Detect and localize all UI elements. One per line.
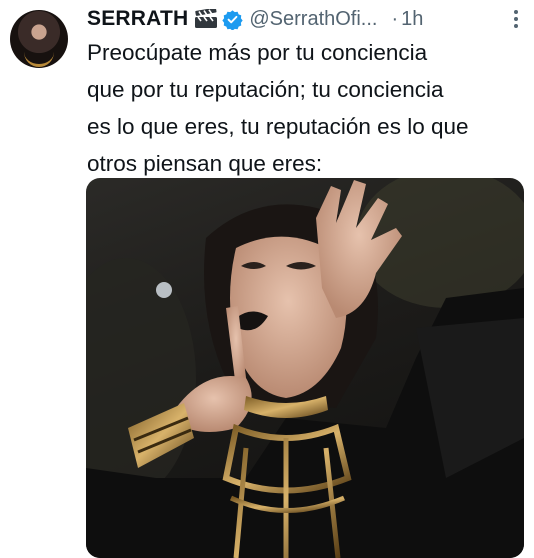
- timestamp[interactable]: 1h: [401, 8, 423, 31]
- tweet-text-line: otros piensan que eres:: [87, 151, 323, 176]
- tweet-text-line: es lo que eres, tu reputación es lo que: [87, 114, 469, 139]
- tweet-text-line: Preocúpate más por tu conciencia: [87, 40, 428, 65]
- tweet-image[interactable]: [86, 178, 524, 558]
- tweet-text: Preocúpate más por tu conciencia que por…: [87, 34, 527, 182]
- clapper-board-icon: [194, 7, 218, 29]
- separator-dot: ·: [391, 7, 399, 30]
- photo-illustration: [86, 178, 524, 558]
- tweet-text-line: que por tu reputación; tu conciencia: [87, 77, 444, 102]
- author-handle[interactable]: @SerrathOfi...: [249, 8, 377, 31]
- avatar-necklace: [24, 50, 54, 67]
- author-name[interactable]: SERRATH: [87, 7, 188, 31]
- avatar[interactable]: [10, 10, 68, 68]
- tweet-header: SERRATH @SerrathOfi... · 1h: [87, 4, 526, 34]
- more-options-icon[interactable]: [506, 8, 526, 30]
- verified-badge-icon: [222, 9, 244, 31]
